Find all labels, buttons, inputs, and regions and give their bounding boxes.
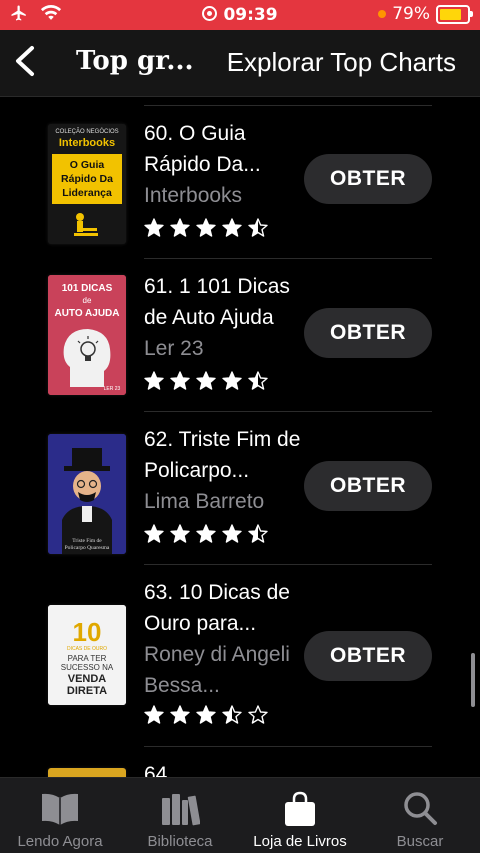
- book-title[interactable]: 60. O Guia Rápido Da...: [144, 118, 314, 180]
- tab-label: Buscar: [396, 833, 444, 850]
- star-full-icon: [144, 371, 164, 390]
- book-cover[interactable]: 101 DICAS de AUTO AJUDA LER 23: [48, 275, 126, 395]
- get-button[interactable]: OBTER: [304, 308, 432, 358]
- explore-top-charts-link[interactable]: Explorar Top Charts: [227, 47, 456, 78]
- star-full-icon: [196, 371, 216, 390]
- svg-text:AUTO AJUDA: AUTO AJUDA: [54, 308, 119, 319]
- star-half-icon: [248, 218, 268, 237]
- tab-library[interactable]: Biblioteca: [120, 778, 240, 853]
- svg-text:DICAS DE OURO: DICAS DE OURO: [67, 646, 107, 652]
- star-full-icon: [222, 218, 242, 237]
- status-right: 79%: [378, 4, 473, 24]
- svg-text:Triste Fim de: Triste Fim de: [72, 538, 102, 544]
- star-empty-icon: [248, 705, 268, 724]
- list-item[interactable]: COLEÇÃO NEGÓCIOS Interbooks O Guia Rápid…: [0, 106, 480, 259]
- book-cover-art: Triste Fim de Policarpo Quaresma: [48, 434, 126, 554]
- shopping-bag-icon: [285, 791, 315, 826]
- list-item[interactable]: Triste Fim de Policarpo Quaresma 62. Tri…: [0, 412, 480, 565]
- screen-recording-icon: [202, 6, 218, 21]
- star-full-icon: [196, 218, 216, 237]
- rating-stars: [144, 705, 268, 725]
- svg-text:DIRETA: DIRETA: [67, 685, 107, 697]
- get-button[interactable]: OBTER: [304, 631, 432, 681]
- book-cover-art: COLEÇÃO NEGÓCIOS Interbooks O Guia Rápid…: [48, 124, 126, 244]
- star-half-icon: [222, 705, 242, 724]
- star-full-icon: [144, 524, 164, 543]
- book-cover[interactable]: COLEÇÃO NEGÓCIOS Interbooks O Guia Rápid…: [48, 124, 126, 244]
- get-button[interactable]: OBTER: [304, 154, 432, 204]
- tab-label: Loja de Livros: [253, 833, 347, 850]
- book-title[interactable]: 64.: [144, 759, 314, 777]
- book-open-icon: [42, 793, 78, 825]
- star-half-icon: [248, 371, 268, 390]
- library-icon: [162, 794, 200, 826]
- star-full-icon: [144, 705, 164, 724]
- navigation-bar: Top gr... Explorar Top Charts: [0, 30, 480, 97]
- star-full-icon: [170, 705, 190, 724]
- battery-icon: [436, 4, 473, 24]
- book-author: Lima Barreto: [144, 490, 265, 513]
- book-cover[interactable]: Triste Fim de Policarpo Quaresma: [48, 434, 126, 554]
- rating-stars: [144, 371, 268, 391]
- svg-text:Policarpo Quaresma: Policarpo Quaresma: [65, 545, 110, 551]
- star-full-icon: [222, 371, 242, 390]
- tab-search[interactable]: Buscar: [360, 778, 480, 853]
- book-cover-art: 101 DICAS de AUTO AJUDA LER 23: [48, 275, 126, 395]
- svg-text:PARA TER: PARA TER: [68, 654, 107, 663]
- svg-text:Liderança: Liderança: [62, 187, 112, 199]
- list-item[interactable]: 101 DICAS de AUTO AJUDA LER 23 61. 1 101…: [0, 259, 480, 412]
- status-bar: 09:39 79%: [0, 0, 480, 30]
- tab-label: Lendo Agora: [17, 833, 103, 850]
- book-cover[interactable]: 10 DICAS DE OURO PARA TER SUCESSO NA VEN…: [48, 605, 126, 705]
- svg-text:101 DICAS: 101 DICAS: [62, 283, 113, 294]
- tab-label: Biblioteca: [147, 833, 213, 850]
- book-title[interactable]: 62. Triste Fim de Policarpo...: [144, 424, 314, 486]
- get-button[interactable]: OBTER: [304, 461, 432, 511]
- book-author: Roney di Angeli Bessa...: [144, 643, 290, 697]
- battery-percent: 79%: [392, 4, 430, 24]
- star-half-icon: [248, 524, 268, 543]
- page-title: Top gr...: [76, 46, 194, 76]
- svg-text:VENDA: VENDA: [68, 673, 107, 685]
- book-author: Ler 23: [144, 337, 204, 360]
- list-item[interactable]: 64.: [0, 747, 480, 777]
- rating-stars: [144, 218, 268, 238]
- book-list[interactable]: COLEÇÃO NEGÓCIOS Interbooks O Guia Rápid…: [0, 97, 480, 777]
- battery-fill: [440, 8, 461, 20]
- star-full-icon: [222, 524, 242, 543]
- cover-series: COLEÇÃO NEGÓCIOS: [55, 128, 118, 135]
- star-full-icon: [170, 371, 190, 390]
- book-cover-art: 10 DICAS DE OURO PARA TER SUCESSO NA VEN…: [48, 605, 126, 705]
- star-full-icon: [196, 705, 216, 724]
- time-text: 09:39: [223, 5, 278, 25]
- book-author: Interbooks: [144, 184, 243, 207]
- svg-text:LER 23: LER 23: [104, 386, 121, 392]
- scroll-indicator[interactable]: [471, 653, 475, 707]
- tab-bar: Lendo Agora Biblioteca Loja de Livros Bu…: [0, 777, 480, 853]
- svg-text:de: de: [83, 296, 92, 305]
- cover-brand: Interbooks: [59, 137, 115, 149]
- star-full-icon: [196, 524, 216, 543]
- rating-stars: [144, 524, 268, 544]
- tab-reading-now[interactable]: Lendo Agora: [0, 778, 120, 853]
- svg-text:10: 10: [73, 617, 102, 647]
- svg-text:SUCESSO NA: SUCESSO NA: [61, 663, 114, 672]
- svg-text:O Guia: O Guia: [70, 159, 105, 171]
- list-item[interactable]: 10 DICAS DE OURO PARA TER SUCESSO NA VEN…: [0, 565, 480, 747]
- star-full-icon: [170, 218, 190, 237]
- tab-book-store[interactable]: Loja de Livros: [240, 778, 360, 853]
- back-chevron-icon[interactable]: [12, 44, 42, 78]
- book-title[interactable]: 61. 1 101 Dicas de Auto Ajuda: [144, 271, 314, 333]
- book-cover[interactable]: [48, 768, 126, 777]
- book-title[interactable]: 63. 10 Dicas de Ouro para...: [144, 577, 314, 639]
- privacy-indicator-icon: [378, 10, 387, 18]
- search-icon: [404, 792, 437, 825]
- svg-text:Rápido Da: Rápido Da: [61, 173, 113, 185]
- star-full-icon: [170, 524, 190, 543]
- star-full-icon: [144, 218, 164, 237]
